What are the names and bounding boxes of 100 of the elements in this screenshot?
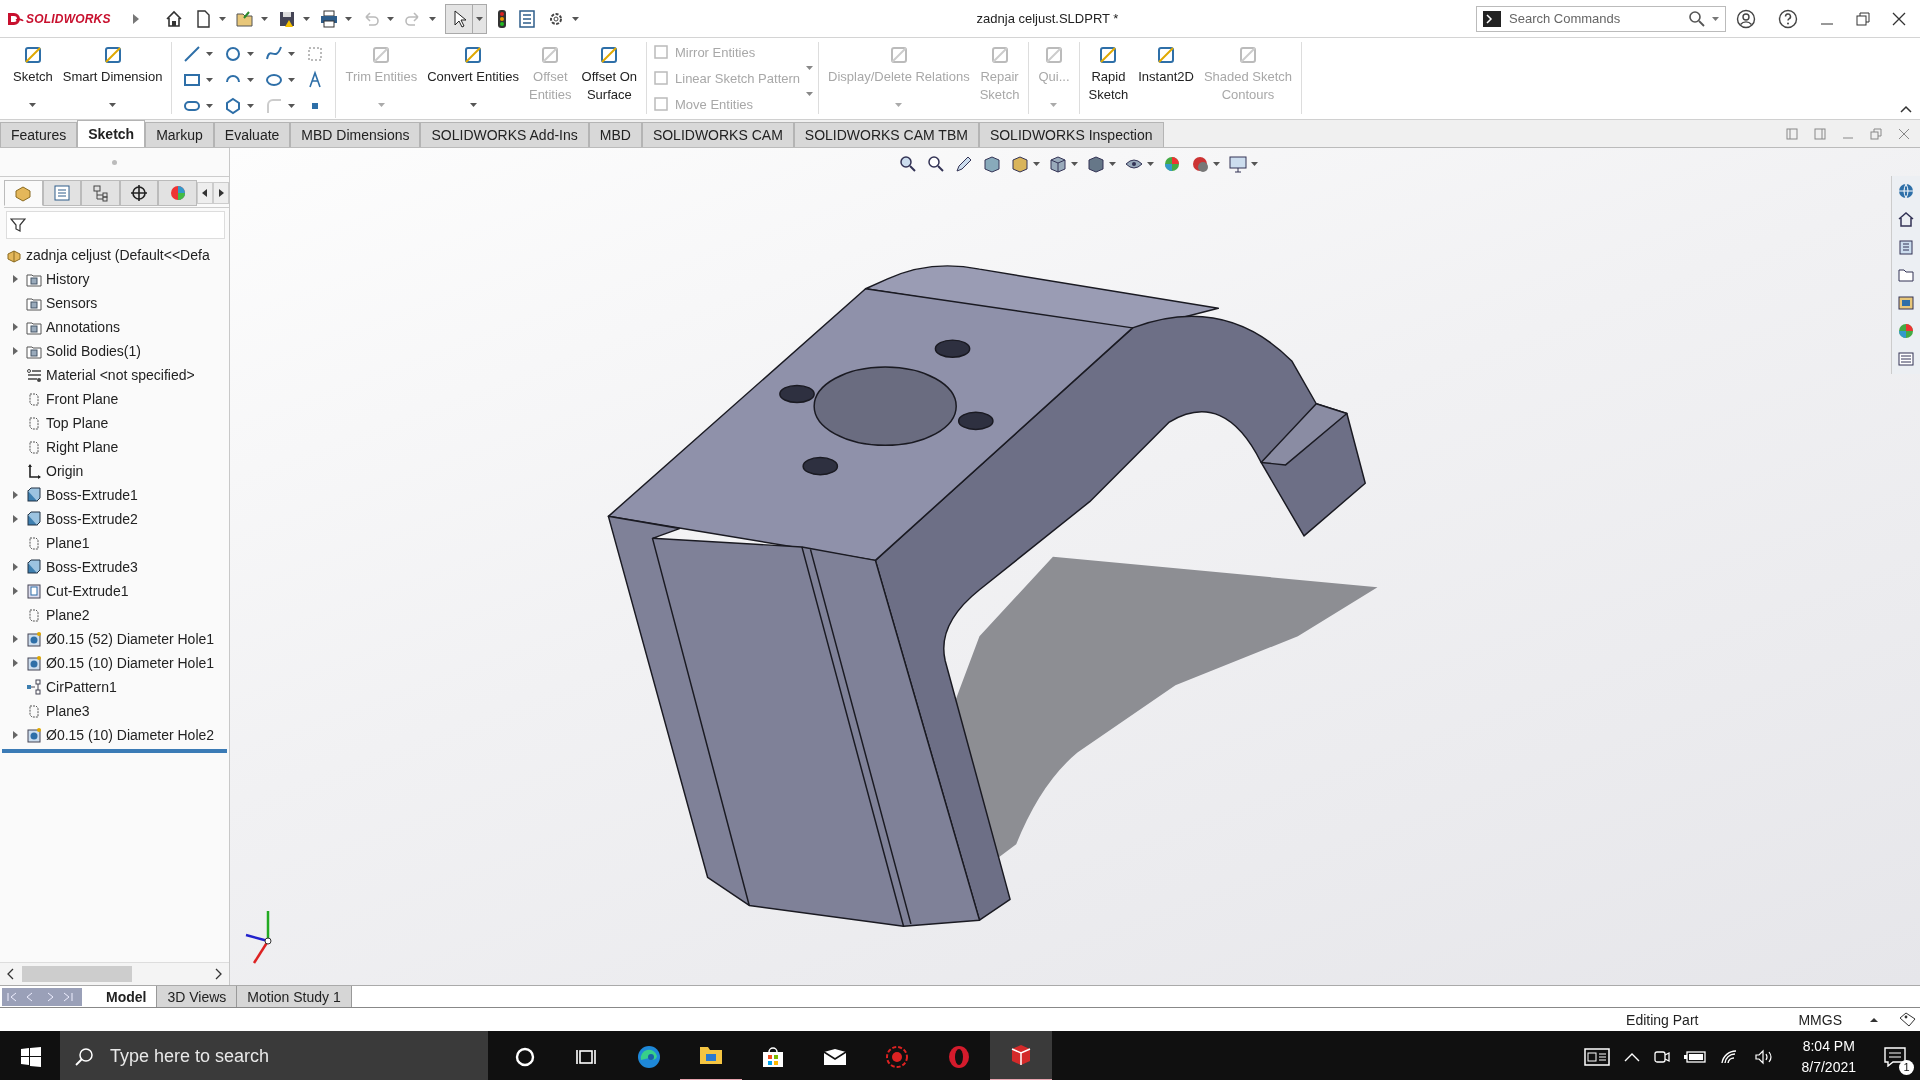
- ribbon-tab[interactable]: Markup: [145, 122, 214, 147]
- caret-icon[interactable]: [109, 103, 117, 107]
- expand-arrow-icon[interactable]: [11, 323, 19, 331]
- panel-grip[interactable]: [112, 159, 117, 165]
- ribbon-tab[interactable]: Evaluate: [213, 122, 291, 147]
- tree-item[interactable]: Ø0.15 (52) Diameter Hole1: [46, 631, 215, 647]
- taskbar-search-field[interactable]: Type here to search: [108, 1045, 488, 1068]
- tree-item[interactable]: Boss-Extrude2: [46, 511, 138, 527]
- caret-icon[interactable]: [1147, 162, 1154, 166]
- tool-button[interactable]: Instant2D: [1135, 42, 1197, 112]
- expand-arrow-icon[interactable]: [11, 731, 19, 739]
- tree-item[interactable]: Origin: [46, 463, 84, 479]
- filter-field[interactable]: [6, 211, 225, 239]
- user-icon[interactable]: [1736, 8, 1756, 29]
- caret-icon[interactable]: [29, 103, 37, 107]
- tool-button[interactable]: Smart Dimension: [59, 42, 166, 112]
- ribbon-tab[interactable]: SOLIDWORKS CAM: [641, 122, 794, 147]
- print-icon[interactable]: [319, 8, 339, 29]
- help-icon[interactable]: [1778, 8, 1798, 29]
- sketch-tool-icon[interactable]: [182, 44, 203, 64]
- caret-icon[interactable]: [247, 78, 255, 82]
- news-icon[interactable]: [1583, 1046, 1610, 1067]
- filter-icon[interactable]: [10, 217, 26, 233]
- caret-icon[interactable]: [1251, 162, 1258, 166]
- pencil-icon[interactable]: [954, 154, 974, 174]
- cube-icon[interactable]: [1010, 154, 1030, 174]
- caret-icon[interactable]: [1213, 162, 1220, 166]
- caret-icon[interactable]: [806, 66, 814, 70]
- palette-icon[interactable]: [1897, 294, 1915, 312]
- tree-item[interactable]: Annotations: [46, 319, 120, 335]
- restore-icon[interactable]: [1856, 11, 1870, 26]
- tool-button[interactable]: Rapid Sketch: [1085, 42, 1132, 112]
- globe-icon[interactable]: [1897, 182, 1915, 200]
- model-tab[interactable]: Motion Study 1: [237, 986, 352, 1007]
- caret-icon[interactable]: [288, 52, 296, 56]
- caret-icon[interactable]: [1109, 162, 1116, 166]
- collapse-icon[interactable]: [1900, 105, 1912, 113]
- tab-navigation-icon[interactable]: [2, 987, 82, 1006]
- expand-arrow-icon[interactable]: [11, 515, 19, 523]
- volume-icon[interactable]: [1753, 1048, 1774, 1065]
- scroll-left-icon[interactable]: [6, 968, 16, 980]
- tree-item[interactable]: Boss-Extrude3: [46, 559, 138, 575]
- ribbon-tab[interactable]: SOLIDWORKS Add-Ins: [420, 122, 589, 147]
- expand-arrow-icon[interactable]: [11, 347, 19, 355]
- tree-item[interactable]: Cut-Extrude1: [46, 583, 129, 599]
- view-cube-icon[interactable]: [1048, 154, 1068, 174]
- ribbon-tab[interactable]: MBD: [588, 122, 642, 147]
- expand-arrow-icon[interactable]: [11, 635, 19, 643]
- tree-item[interactable]: Ø0.15 (10) Diameter Hole1: [46, 655, 215, 671]
- display-style-icon[interactable]: [1086, 154, 1106, 174]
- tree-item[interactable]: Front Plane: [46, 391, 119, 407]
- scroll-right-icon[interactable]: [213, 968, 223, 980]
- unit-system-button[interactable]: MMGS: [1798, 1011, 1842, 1028]
- caret-icon[interactable]: [429, 16, 436, 21]
- model-tab[interactable]: 3D Views: [157, 986, 238, 1007]
- home-icon[interactable]: [164, 8, 184, 29]
- horizontal-scrollbar[interactable]: [0, 962, 229, 985]
- tree-item[interactable]: CirPattern1: [46, 679, 117, 695]
- zoom-area-icon[interactable]: [926, 154, 946, 174]
- tree-item[interactable]: Boss-Extrude1: [46, 487, 138, 503]
- caret-icon[interactable]: [206, 78, 214, 82]
- notification-icon[interactable]: [1884, 1046, 1906, 1067]
- tool-button[interactable]: Convert Entities: [424, 42, 522, 112]
- properties-icon[interactable]: [1897, 350, 1915, 368]
- caret-icon[interactable]: [261, 16, 268, 21]
- tree-item[interactable]: Sensors: [46, 295, 98, 311]
- scene-icon[interactable]: [1190, 154, 1210, 174]
- tree-item[interactable]: Right Plane: [46, 439, 119, 455]
- clock-date[interactable]: 8/7/2021: [1801, 1056, 1856, 1078]
- ribbon-tab[interactable]: Features: [0, 122, 78, 147]
- caret-icon[interactable]: [219, 16, 226, 21]
- expand-arrow-icon[interactable]: [11, 563, 19, 571]
- caret-icon[interactable]: [288, 104, 296, 108]
- panel-tab[interactable]: [119, 180, 159, 206]
- tile-right-icon[interactable]: [1814, 128, 1826, 140]
- battery-icon[interactable]: [1683, 1049, 1706, 1064]
- ribbon-tab[interactable]: Sketch: [77, 120, 146, 147]
- caret-icon[interactable]: [247, 104, 255, 108]
- tree-item[interactable]: Ø0.15 (10) Diameter Hole2: [46, 727, 215, 743]
- tree-item[interactable]: History: [46, 271, 90, 287]
- expand-arrow-icon[interactable]: [11, 491, 19, 499]
- expand-arrow-icon[interactable]: [132, 12, 140, 25]
- appearance-icon[interactable]: [1162, 154, 1182, 174]
- appearance-icon[interactable]: [1897, 322, 1915, 340]
- caret-icon[interactable]: [572, 16, 579, 21]
- tool-button[interactable]: Offset On Surface: [578, 42, 640, 112]
- tree-item[interactable]: Plane3: [46, 703, 90, 719]
- chevron-up-icon[interactable]: [1623, 1051, 1640, 1062]
- scroll-thumb[interactable]: [22, 966, 132, 982]
- tree-item[interactable]: Material <not specified>: [46, 367, 195, 383]
- caret-icon[interactable]: [476, 16, 483, 21]
- tree-item[interactable]: Solid Bodies(1): [46, 343, 141, 359]
- caret-icon[interactable]: [387, 16, 394, 21]
- expand-arrow-icon[interactable]: [11, 587, 19, 595]
- section-view-icon[interactable]: [982, 154, 1002, 174]
- search-icon[interactable]: [1688, 9, 1706, 28]
- zoom-icon[interactable]: [898, 154, 918, 174]
- tree-item[interactable]: Plane2: [46, 607, 90, 623]
- expand-up-icon[interactable]: [1870, 1016, 1878, 1023]
- caret-icon[interactable]: [303, 16, 310, 21]
